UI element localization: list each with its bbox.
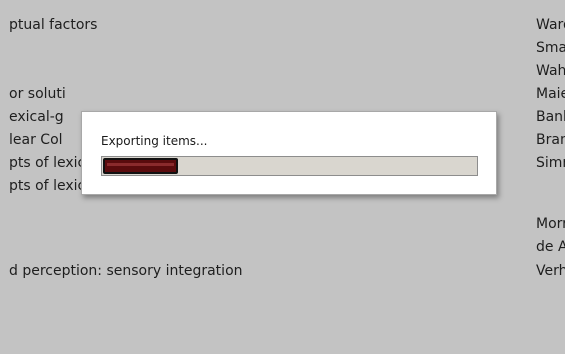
list-row[interactable]: ptual factors Ward	[0, 14, 572, 37]
list-row[interactable]: or soluti Maie	[0, 83, 572, 106]
item-author: Morr	[536, 216, 568, 232]
list-right-edge	[565, 0, 572, 354]
list-row[interactable]: d perception: sensory integration Verh	[0, 260, 572, 283]
export-message: Exporting items...	[101, 134, 208, 148]
item-author: Verh	[536, 263, 568, 279]
export-progress-fill	[103, 158, 178, 174]
list-row[interactable]: de A	[0, 236, 572, 259]
export-progress-dialog: Exporting items...	[81, 111, 497, 195]
item-title: lear Col	[9, 132, 63, 148]
item-title: d perception: sensory integration	[9, 263, 243, 279]
item-title: exical-g	[9, 109, 64, 125]
list-row[interactable]: Smal	[0, 37, 572, 60]
item-title: or soluti	[9, 86, 66, 102]
export-progress-bar	[101, 156, 478, 176]
list-row[interactable]: Wahl	[0, 60, 572, 83]
list-row[interactable]: Morr	[0, 213, 572, 236]
item-author: de A	[536, 239, 568, 255]
item-title: ptual factors	[9, 17, 98, 33]
app-window: ptual factors Ward Smal Wahl or soluti Maie ex…	[0, 0, 572, 354]
